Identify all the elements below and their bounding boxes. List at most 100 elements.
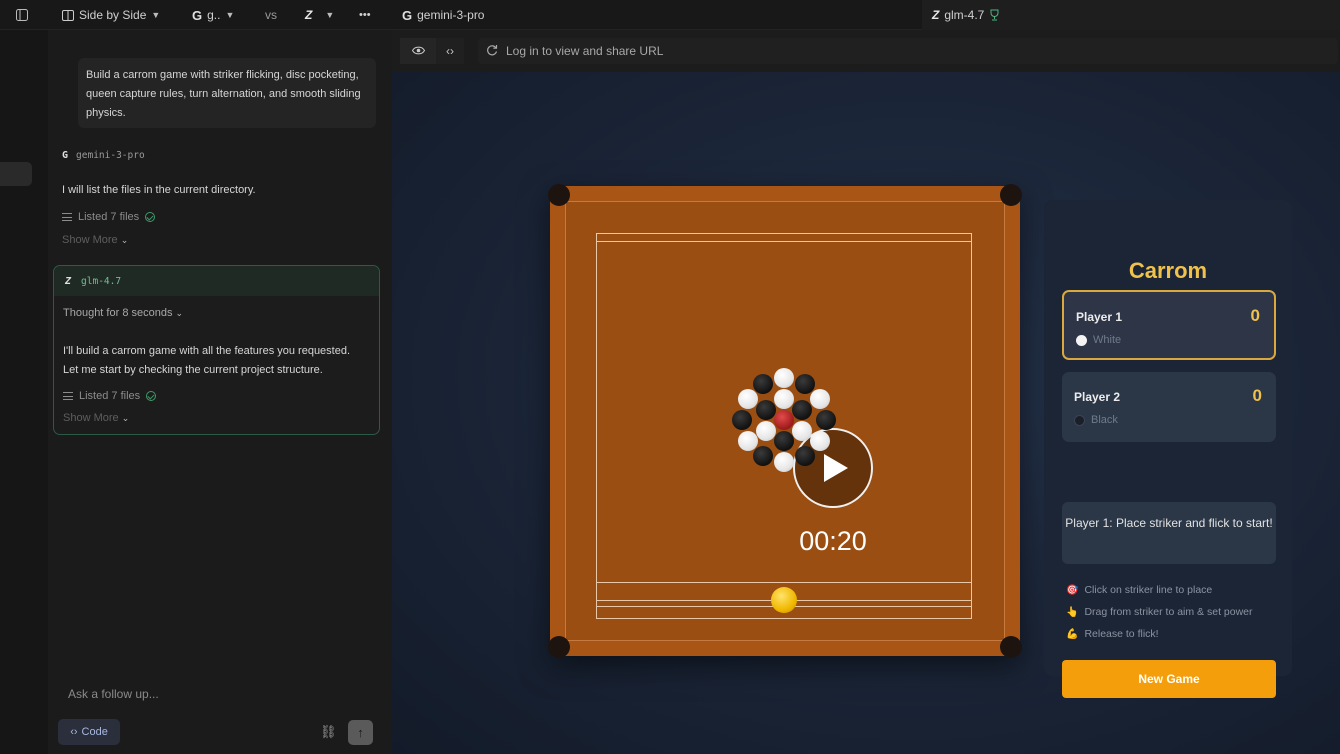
- tab-glm-content: Z glm-4.7: [932, 0, 1000, 30]
- pocket: [1000, 184, 1022, 206]
- model-a-label: g..: [207, 8, 221, 22]
- eye-icon: [411, 44, 425, 58]
- model-b-selector[interactable]: Z ▼: [305, 0, 334, 30]
- arrow-up-icon: ↑: [357, 725, 364, 740]
- tab-glm[interactable]: Z glm-4.7: [922, 0, 1340, 30]
- layout-mode-dropdown[interactable]: Side by Side ▼: [62, 0, 160, 30]
- tab-glm-label: glm-4.7: [944, 8, 985, 22]
- glm-message-line-2: Let me start by checking the current pro…: [63, 364, 323, 376]
- glm-message: I'll build a carrom game with all the fe…: [63, 342, 350, 380]
- white-disc: [792, 420, 813, 441]
- preview-toolbar: ‹› Log in to view and share URL: [392, 30, 1340, 72]
- more-options-icon[interactable]: •••: [359, 0, 371, 30]
- chevron-down-icon: ⌄: [121, 413, 130, 423]
- model-a-selector[interactable]: G g.. ▼: [192, 0, 234, 30]
- layout-mode-label: Side by Side: [79, 8, 147, 22]
- send-button[interactable]: ↑: [348, 720, 373, 745]
- pointer-icon: 👆: [1066, 606, 1079, 618]
- black-disc: [795, 373, 815, 394]
- game-status: Player 1: Place striker and flick to sta…: [1062, 502, 1276, 564]
- trophy-icon: [989, 9, 1000, 21]
- sidebar-active-item[interactable]: [0, 162, 32, 186]
- glm-thought-toggle[interactable]: Thought for 8 seconds ⌄: [63, 304, 183, 323]
- chevron-down-icon: ▼: [225, 10, 235, 20]
- black-disc: [732, 410, 752, 430]
- tab-gemini-label: gemini-3-pro: [417, 8, 485, 22]
- top-bar: Side by Side ▼ G g.. ▼ vs Z ▼ ••• G gemi…: [0, 0, 1340, 30]
- layout-icon: [62, 9, 74, 21]
- instruction-text: Release to flick!: [1084, 628, 1159, 640]
- flex-icon: 💪: [1066, 628, 1079, 640]
- chevron-down-icon: ▼: [151, 10, 161, 20]
- chevron-down-icon: ▼: [325, 10, 335, 20]
- gemini-tool-listed[interactable]: Listed 7 files: [62, 211, 156, 223]
- black-disc: [816, 410, 836, 430]
- glm-message-line-1: I'll build a carrom game with all the fe…: [63, 345, 351, 357]
- user-prompt: Build a carrom game with striker flickin…: [78, 58, 376, 128]
- glm-model-name: glm-4.7: [81, 275, 122, 287]
- black-disc: [774, 431, 794, 451]
- glm-tool-listed[interactable]: Listed 7 files: [63, 390, 157, 402]
- player-2-name: Player 2: [1074, 390, 1121, 404]
- google-icon: G: [192, 7, 203, 23]
- code-icon: ‹›: [70, 726, 78, 738]
- black-disc: [753, 373, 773, 394]
- gemini-message: I will list the files in the current dir…: [62, 184, 256, 196]
- carrom-board[interactable]: 00:20: [548, 184, 1022, 658]
- gemini-model-name: gemini-3-pro: [76, 150, 145, 161]
- player-2-color: Black: [1074, 414, 1118, 426]
- board-line: [596, 241, 972, 242]
- glm-listed-label: Listed 7 files: [79, 390, 141, 402]
- url-text: Log in to view and share URL: [506, 44, 664, 58]
- player-1-name: Player 1: [1076, 310, 1123, 324]
- player-1-color: White: [1076, 334, 1121, 346]
- tab-gemini[interactable]: G gemini-3-pro: [402, 0, 484, 30]
- attach-icon[interactable]: ⛓: [320, 724, 337, 740]
- black-disc: [755, 399, 776, 420]
- player-1-color-label: White: [1093, 334, 1122, 346]
- pocket: [548, 184, 570, 206]
- app-sidebar-strip: [0, 30, 48, 754]
- white-disc: [755, 420, 776, 441]
- player-1-score: 0: [1250, 306, 1260, 325]
- versus-label: vs: [265, 8, 277, 22]
- preview-code-button[interactable]: ‹›: [436, 38, 464, 64]
- instruction-3: 💪 Release to flick!: [1066, 628, 1159, 640]
- google-icon: G: [62, 150, 69, 161]
- chevron-down-icon: ⌄: [175, 308, 184, 318]
- target-icon: 🎯: [1066, 584, 1079, 596]
- pocket: [1000, 636, 1022, 658]
- white-disc: [737, 389, 758, 409]
- zhipu-icon: Z: [932, 8, 940, 22]
- preview-view-button[interactable]: [400, 38, 436, 64]
- instruction-1: 🎯 Click on striker line to place: [1066, 584, 1212, 596]
- gemini-show-more[interactable]: Show More ⌄: [62, 234, 128, 246]
- white-disc-icon: [1076, 334, 1087, 346]
- striker[interactable]: [771, 587, 797, 613]
- game-title: Carrom: [1128, 258, 1208, 283]
- gemini-listed-label: Listed 7 files: [78, 211, 140, 223]
- video-timer: 00:20: [799, 526, 867, 556]
- player-1-card: Player 1 0 White: [1062, 290, 1276, 360]
- url-bar[interactable]: Log in to view and share URL: [478, 38, 1338, 64]
- chevron-down-icon: ⌄: [120, 235, 129, 245]
- show-more-label: Show More: [62, 234, 118, 246]
- code-button[interactable]: ‹› Code: [58, 719, 120, 745]
- list-icon: [62, 213, 72, 221]
- preview-panel: ‹› Log in to view and share URL 00:20 Ca…: [392, 30, 1340, 754]
- gemini-model-header: G gemini-3-pro: [62, 150, 145, 161]
- new-game-button[interactable]: New Game: [1062, 660, 1276, 698]
- zhipu-icon: Z: [65, 275, 72, 287]
- black-disc-icon: [1074, 414, 1085, 426]
- chat-panel: Build a carrom game with striker flickin…: [48, 30, 392, 754]
- followup-input[interactable]: Ask a follow up...: [68, 687, 159, 701]
- instruction-text: Click on striker line to place: [1084, 584, 1213, 596]
- black-disc: [792, 399, 813, 420]
- white-disc: [774, 389, 794, 409]
- white-disc: [774, 452, 794, 472]
- google-icon: G: [402, 7, 413, 23]
- sidebar-toggle-icon[interactable]: [16, 0, 28, 30]
- player-2-score: 0: [1252, 386, 1262, 405]
- refresh-icon[interactable]: [486, 44, 498, 59]
- glm-show-more[interactable]: Show More ⌄: [63, 412, 129, 424]
